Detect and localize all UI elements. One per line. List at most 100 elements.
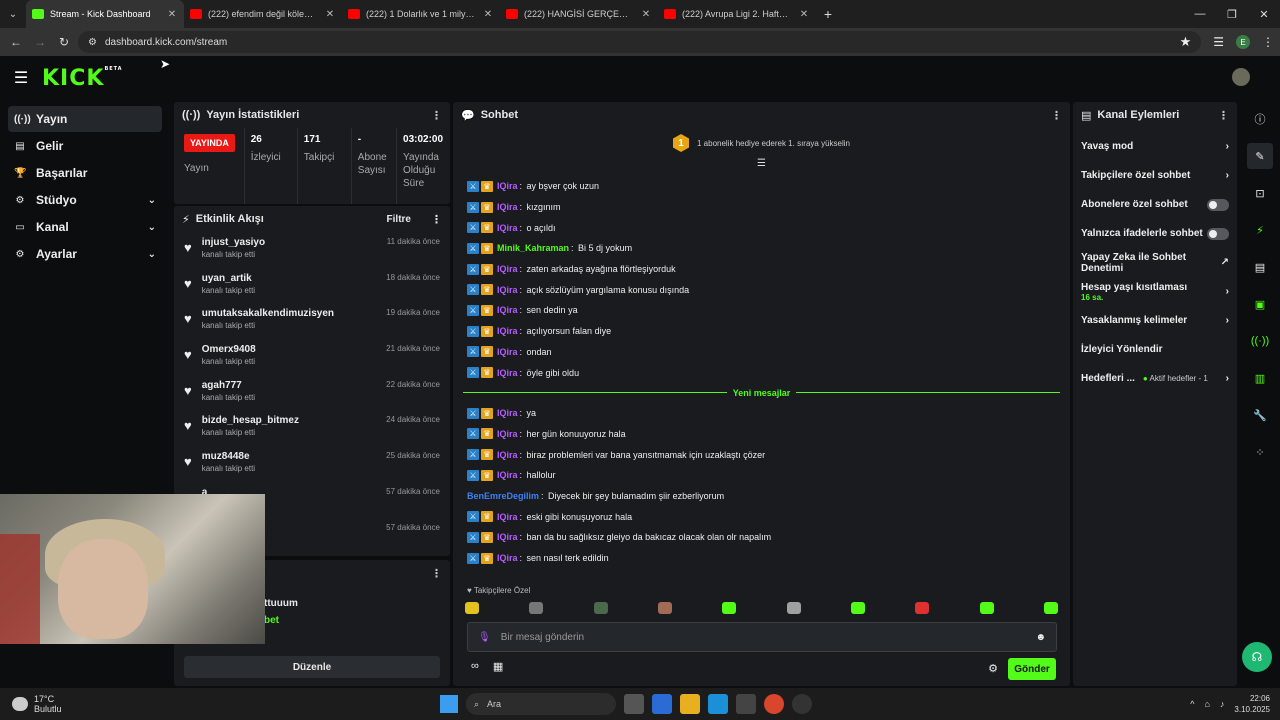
site-info-icon[interactable]: ⚙ bbox=[88, 37, 97, 48]
network-icon[interactable]: ⌂ bbox=[1204, 699, 1209, 709]
pinned-toggle-icon[interactable]: ☰ bbox=[453, 158, 1070, 172]
back-icon[interactable]: ← bbox=[6, 35, 26, 49]
kick-logo[interactable]: KICKBETA bbox=[42, 66, 123, 91]
activity-user[interactable]: Omerx9408 bbox=[202, 344, 376, 355]
activity-user[interactable]: umutaksakalkendimuzisyen bbox=[202, 308, 376, 319]
chat-input[interactable]: 🎙 Bir mesaj gönderin ☻ bbox=[467, 622, 1057, 652]
hamburger-menu-icon[interactable]: ☰ bbox=[0, 68, 42, 88]
emote-icon[interactable] bbox=[465, 602, 479, 614]
chat-icon[interactable]: ▣ bbox=[1247, 291, 1273, 317]
emotes-only-toggle[interactable] bbox=[1207, 227, 1229, 240]
close-tab-icon[interactable]: ✕ bbox=[640, 9, 652, 20]
weather-widget[interactable]: 17°C Bulutlu bbox=[0, 694, 440, 714]
chat-username[interactable]: IQira bbox=[497, 532, 518, 542]
chat-username[interactable]: IQira bbox=[497, 264, 518, 274]
reload-icon[interactable]: ↻ bbox=[54, 35, 74, 49]
chat-username[interactable]: IQira bbox=[497, 553, 518, 563]
forward-icon[interactable]: → bbox=[30, 35, 50, 49]
store-icon[interactable] bbox=[736, 694, 756, 714]
chat-username[interactable]: IQira bbox=[497, 470, 518, 480]
sidebar-item-yayin[interactable]: ((·)) Yayın bbox=[8, 106, 162, 132]
more-options-icon[interactable]: ⋮ bbox=[1218, 109, 1229, 122]
emote-icon[interactable] bbox=[850, 602, 865, 614]
layout-icon[interactable]: ▥ bbox=[1247, 365, 1273, 391]
more-options-icon[interactable]: ⋮ bbox=[1051, 109, 1062, 122]
emote-icon[interactable] bbox=[529, 602, 544, 614]
emote-icon[interactable] bbox=[915, 602, 930, 614]
start-icon[interactable] bbox=[440, 695, 458, 713]
profile-avatar[interactable]: E bbox=[1236, 35, 1250, 49]
activity-user[interactable]: muz8448e bbox=[202, 451, 376, 462]
pencil-icon[interactable]: ✎ bbox=[1247, 143, 1273, 169]
host-row[interactable]: İzleyici Yönlendir bbox=[1073, 335, 1237, 364]
clock[interactable]: 22:06 3.10.2025 bbox=[1234, 693, 1270, 715]
chrome-icon[interactable] bbox=[764, 694, 784, 714]
tab-youtube-4[interactable]: (222) Avrupa Ligi 2. Hafta | Ron ✕ bbox=[658, 0, 816, 28]
close-tab-icon[interactable]: ✕ bbox=[798, 9, 810, 20]
tray-overflow-icon[interactable]: ^ bbox=[1190, 699, 1194, 709]
shop-icon[interactable]: ▦ bbox=[493, 660, 503, 673]
apps-icon[interactable]: ⁘ bbox=[1247, 439, 1273, 465]
emote-icon[interactable] bbox=[1043, 602, 1058, 614]
wrench-icon[interactable]: 🔧 bbox=[1247, 402, 1273, 428]
emote-icon[interactable] bbox=[722, 602, 737, 614]
chat-username[interactable]: IQira bbox=[497, 285, 518, 295]
task-view-icon[interactable] bbox=[624, 694, 644, 714]
tab-kick-dashboard[interactable]: Stream - Kick Dashboard ✕ bbox=[26, 0, 184, 28]
activity-user[interactable]: bizde_hesap_bitmez bbox=[202, 415, 376, 426]
sidebar-item-studyo[interactable]: ⚙ Stüdyo ⌄ bbox=[8, 187, 162, 213]
edit-button[interactable]: Düzenle bbox=[184, 656, 440, 678]
ai-moderation-row[interactable]: Yapay Zeka ile Sohbet Denetimi ↗ bbox=[1073, 248, 1237, 277]
chat-settings-icon[interactable]: ⚙ bbox=[988, 662, 998, 675]
chat-username[interactable]: BenEmreDegilim bbox=[467, 491, 539, 501]
edge-icon[interactable] bbox=[708, 694, 728, 714]
sidebar-item-kanal[interactable]: ▭ Kanal ⌄ bbox=[8, 214, 162, 240]
close-tab-icon[interactable]: ✕ bbox=[166, 9, 178, 20]
maximize-icon[interactable]: ❐ bbox=[1216, 8, 1248, 21]
filter-button[interactable]: Filtre bbox=[387, 214, 411, 225]
chat-username[interactable]: Minik_Kahraman bbox=[497, 243, 569, 253]
microphone-icon[interactable]: 🎙 bbox=[478, 632, 491, 643]
chat-username[interactable]: IQira bbox=[497, 181, 518, 191]
tab-youtube-2[interactable]: (222) 1 Dolarlık ve 1 milyon do ✕ bbox=[342, 0, 500, 28]
close-tab-icon[interactable]: ✕ bbox=[324, 9, 336, 20]
gift-goal-banner[interactable]: 1 1 abonelik hediye ederek 1. sıraya yük… bbox=[453, 128, 1070, 158]
tab-youtube-1[interactable]: (222) efendim değil kölenim - Y ✕ bbox=[184, 0, 342, 28]
activity-user[interactable]: agah777 bbox=[202, 380, 376, 391]
emote-icon[interactable] bbox=[979, 602, 994, 614]
file-explorer-icon[interactable] bbox=[680, 694, 700, 714]
user-avatar[interactable] bbox=[1232, 68, 1250, 86]
volume-icon[interactable]: ♪ bbox=[1220, 699, 1225, 709]
bookmark-star-icon[interactable]: ★ bbox=[1180, 34, 1192, 50]
expand-icon[interactable]: ⊡ bbox=[1247, 180, 1273, 206]
obs-icon[interactable] bbox=[792, 694, 812, 714]
more-options-icon[interactable]: ⋮ bbox=[431, 213, 442, 226]
send-button[interactable]: Gönder bbox=[1008, 658, 1056, 680]
emote-icon[interactable] bbox=[593, 602, 608, 614]
slow-mode-row[interactable]: Yavaş mod › bbox=[1073, 132, 1237, 161]
more-options-icon[interactable]: ⋮ bbox=[431, 109, 442, 122]
emote-icon[interactable] bbox=[786, 602, 801, 614]
broadcast-icon[interactable]: ((·)) bbox=[1247, 328, 1273, 354]
info-icon[interactable]: ⓘ bbox=[1247, 106, 1273, 132]
sidebar-item-ayarlar[interactable]: ⚙ Ayarlar ⌄ bbox=[8, 241, 162, 267]
tab-youtube-3[interactable]: (222) HANGİSİ GERÇEK GURBE ✕ bbox=[500, 0, 658, 28]
chat-username[interactable]: IQira bbox=[497, 347, 518, 357]
media-controls-icon[interactable]: ☰ bbox=[1213, 35, 1224, 49]
activity-user[interactable]: injust_yasiyo bbox=[202, 237, 377, 248]
chat-username[interactable]: IQira bbox=[497, 202, 518, 212]
followers-only-row[interactable]: Takipçilere özel sohbet › bbox=[1073, 161, 1237, 190]
subscribers-only-toggle[interactable] bbox=[1207, 198, 1229, 211]
emoji-icon[interactable]: ☻ bbox=[1035, 632, 1046, 643]
support-icon[interactable]: ☊ bbox=[1242, 642, 1272, 672]
infinity-icon[interactable]: ∞ bbox=[471, 660, 479, 673]
close-tab-icon[interactable]: ✕ bbox=[482, 9, 494, 20]
chat-username[interactable]: IQira bbox=[497, 429, 518, 439]
activity-user[interactable]: uyan_artik bbox=[202, 273, 376, 284]
chat-username[interactable]: IQira bbox=[497, 512, 518, 522]
account-age-row[interactable]: Hesap yaşı kısıtlaması 16 sa. › bbox=[1073, 277, 1237, 306]
document-icon[interactable]: ▤ bbox=[1247, 254, 1273, 280]
emote-icon[interactable] bbox=[657, 602, 672, 614]
copilot-icon[interactable] bbox=[652, 694, 672, 714]
sidebar-item-basarilar[interactable]: 🏆 Başarılar bbox=[8, 160, 162, 186]
